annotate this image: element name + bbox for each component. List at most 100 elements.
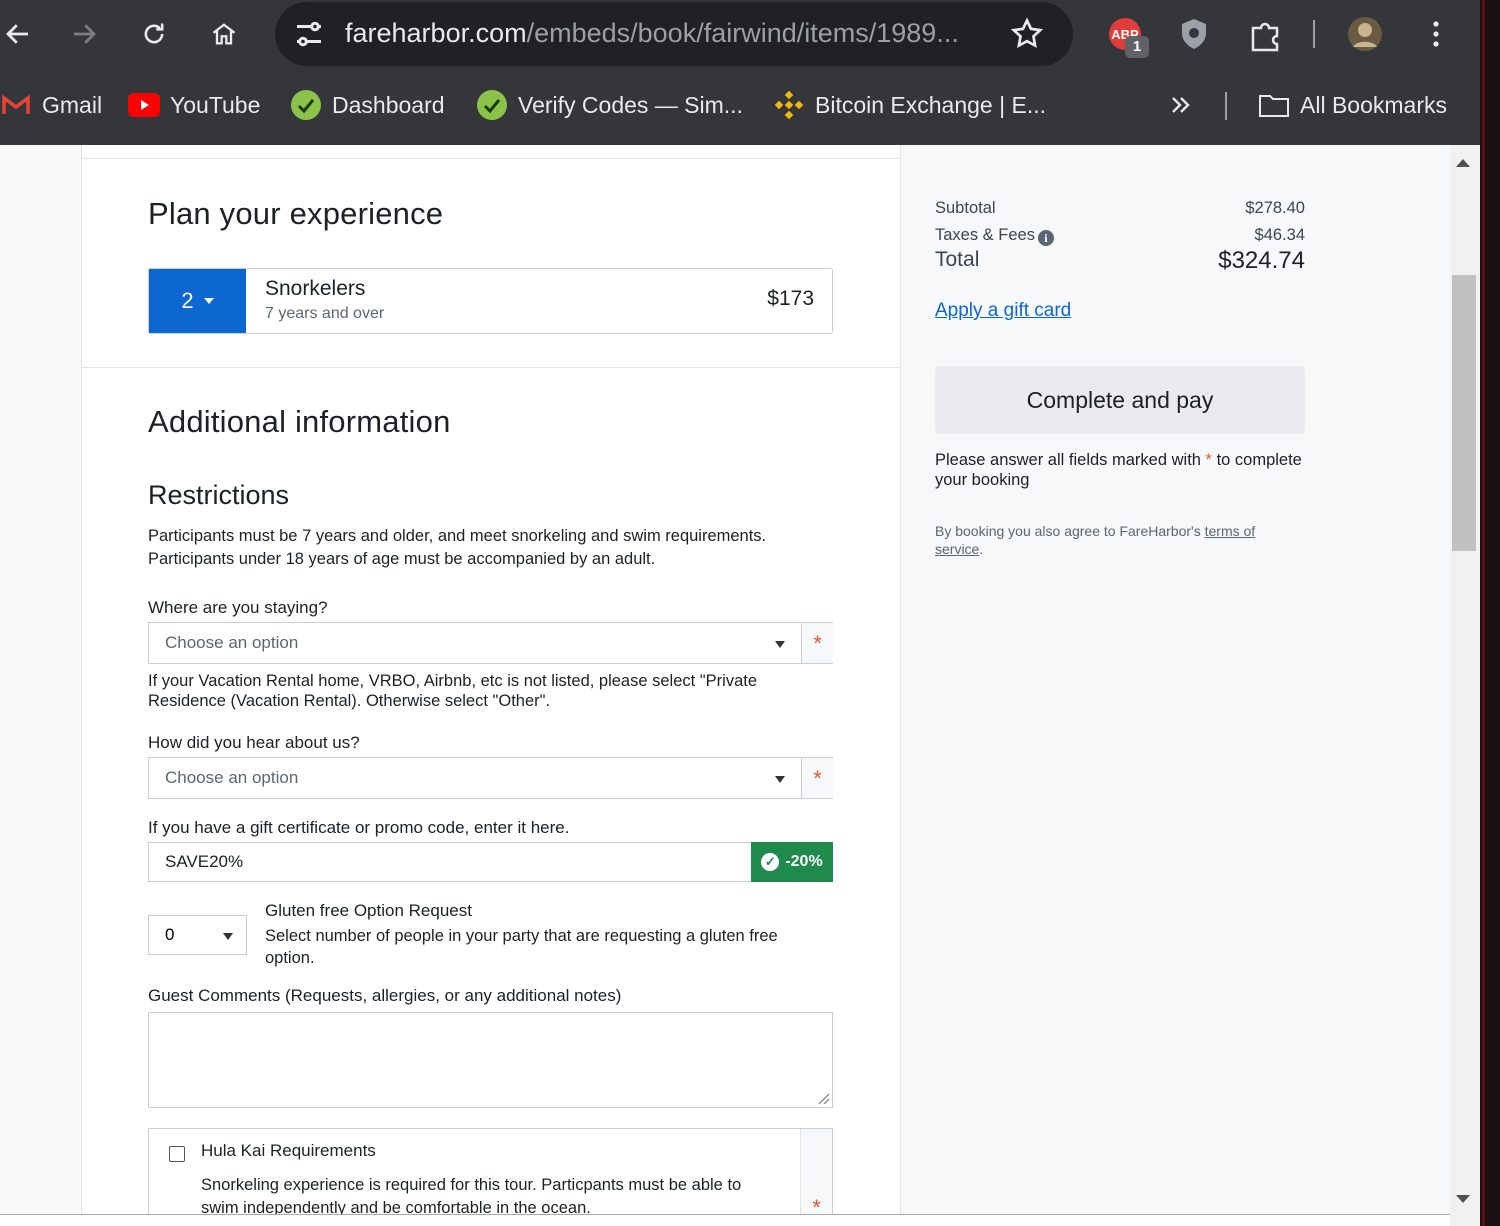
subtotal-label: Subtotal bbox=[935, 199, 996, 217]
all-bookmarks-button[interactable]: All Bookmarks bbox=[1258, 88, 1447, 122]
gmail-icon bbox=[0, 89, 32, 121]
bookmark-star-icon[interactable] bbox=[1009, 16, 1045, 52]
required-asterisk-icon: * bbox=[800, 1129, 832, 1226]
toolbar-separator bbox=[1313, 20, 1315, 48]
restrictions-text-1: Participants must be 7 years and older, … bbox=[148, 527, 767, 545]
restrictions-text-2: Participants under 18 years of age must … bbox=[148, 550, 656, 568]
bookmark-label: YouTube bbox=[170, 91, 261, 118]
total-value: $324.74 bbox=[1218, 247, 1305, 274]
total-row: Total $324.74 bbox=[935, 247, 1305, 274]
hula-kai-checkbox[interactable] bbox=[169, 1146, 185, 1162]
staying-placeholder: Choose an option bbox=[165, 633, 299, 652]
required-asterisk-icon: * bbox=[801, 623, 833, 663]
hear-select[interactable]: Choose an option * bbox=[148, 757, 833, 799]
gluten-free-quantity-select[interactable]: 0 bbox=[148, 915, 247, 955]
taxes-value: $46.34 bbox=[1254, 226, 1305, 244]
gluten-free-title: Gluten free Option Request bbox=[265, 901, 472, 920]
gluten-free-value: 0 bbox=[165, 925, 175, 944]
bookmark-verify-codes[interactable]: Verify Codes — Sim... bbox=[476, 88, 743, 122]
subtotal-value: $278.40 bbox=[1245, 199, 1305, 217]
promo-applied-badge: ✓ -20% bbox=[751, 842, 833, 882]
profile-avatar-icon[interactable] bbox=[1345, 14, 1385, 54]
quantity-value: 2 bbox=[181, 288, 194, 313]
hula-kai-desc-1: Snorkeling experience is required for th… bbox=[201, 1176, 742, 1194]
back-icon[interactable] bbox=[0, 12, 40, 56]
promo-code-input[interactable]: SAVE20% ✓ -20% bbox=[148, 842, 833, 882]
browser-toolbar: fareharbor.com/embeds/book/fairwind/item… bbox=[0, 0, 1480, 68]
chevron-down-icon bbox=[203, 298, 214, 304]
window-edge bbox=[1480, 0, 1500, 1226]
extensions-puzzle-icon[interactable] bbox=[1245, 14, 1285, 54]
staying-help-2: Residence (Vacation Rental). Otherwise s… bbox=[148, 692, 551, 710]
total-label: Total bbox=[935, 248, 980, 271]
customer-type-sub: 7 years and over bbox=[265, 305, 385, 322]
order-summary: Subtotal $278.40 Taxes & Fees i $46.34 To… bbox=[900, 145, 1340, 1226]
note-text-pre: Please answer all fields marked with bbox=[935, 451, 1201, 469]
home-icon[interactable] bbox=[202, 12, 246, 56]
customer-type-price: $173 bbox=[767, 287, 814, 310]
required-fields-note: Please answer all fields marked with * t… bbox=[935, 450, 1305, 490]
bookmark-label: Gmail bbox=[42, 91, 103, 118]
info-icon[interactable]: i bbox=[1037, 230, 1054, 246]
chevron-down-icon bbox=[223, 933, 233, 940]
folder-icon bbox=[1258, 89, 1290, 121]
subtotal-row: Subtotal $278.40 bbox=[935, 199, 1305, 218]
url-text[interactable]: fareharbor.com/embeds/book/fairwind/item… bbox=[345, 18, 959, 49]
scroll-up-arrow-icon[interactable] bbox=[1456, 159, 1470, 167]
hula-kai-title: Hula Kai Requirements bbox=[201, 1141, 376, 1160]
site-settings-icon[interactable] bbox=[291, 16, 327, 52]
reload-icon[interactable] bbox=[132, 12, 176, 56]
gluten-free-desc-1: Select number of people in your party th… bbox=[265, 927, 778, 945]
hula-kai-requirements-box: Hula Kai Requirements Snorkeling experie… bbox=[148, 1128, 833, 1226]
chevron-down-icon bbox=[775, 776, 785, 783]
check-circle-icon: ✓ bbox=[761, 853, 780, 871]
gluten-free-desc-2: option. bbox=[265, 949, 315, 967]
booking-card: Plan your experience 2 Snorkelers 7 year… bbox=[81, 145, 1340, 1226]
scrollbar-thumb[interactable] bbox=[1452, 275, 1476, 551]
shield-extension-icon[interactable] bbox=[1174, 14, 1214, 54]
promo-value: SAVE20% bbox=[165, 852, 244, 871]
bookmark-label: Verify Codes — Sim... bbox=[518, 91, 743, 118]
bookmark-label: Bitcoin Exchange | E... bbox=[815, 91, 1046, 118]
more-bookmarks-chevron-icon[interactable] bbox=[1168, 88, 1194, 122]
bookmark-dashboard[interactable]: Dashboard bbox=[290, 88, 445, 122]
bookmark-bitcoin-exchange[interactable]: Bitcoin Exchange | E... bbox=[773, 88, 1046, 122]
plan-title: Plan your experience bbox=[148, 196, 444, 231]
scroll-down-arrow-icon[interactable] bbox=[1456, 1195, 1470, 1203]
bookmark-label: Dashboard bbox=[332, 91, 445, 118]
taxes-row: Taxes & Fees i $46.34 bbox=[935, 226, 1305, 246]
forward-icon[interactable] bbox=[62, 12, 106, 56]
apply-gift-card-link[interactable]: Apply a gift card bbox=[935, 300, 1071, 322]
hear-placeholder: Choose an option bbox=[165, 768, 299, 787]
extension-badge: 1 bbox=[1125, 36, 1149, 58]
chevron-down-icon bbox=[775, 641, 785, 648]
underlying-window-strip bbox=[0, 1214, 1450, 1226]
terms-text: By booking you also agree to FareHarbor'… bbox=[935, 523, 1201, 539]
required-asterisk-icon: * bbox=[1205, 451, 1212, 469]
menu-kebab-icon[interactable] bbox=[1414, 12, 1458, 56]
resize-grip-icon[interactable] bbox=[816, 1091, 830, 1105]
booking-form: Plan your experience 2 Snorkelers 7 year… bbox=[82, 145, 900, 1226]
page-viewport: Plan your experience 2 Snorkelers 7 year… bbox=[0, 145, 1450, 1226]
section-divider bbox=[82, 367, 900, 368]
promo-discount: -20% bbox=[785, 853, 823, 870]
additional-info-title: Additional information bbox=[148, 404, 451, 439]
taxes-label: Taxes & Fees bbox=[935, 226, 1035, 244]
complete-and-pay-button[interactable]: Complete and pay bbox=[935, 366, 1305, 434]
binance-icon bbox=[773, 89, 805, 121]
bookmark-gmail[interactable]: Gmail bbox=[0, 88, 102, 122]
restrictions-title: Restrictions bbox=[148, 480, 290, 510]
dashboard-icon bbox=[290, 89, 322, 121]
staying-label: Where are you staying? bbox=[148, 598, 328, 617]
staying-select[interactable]: Choose an option * bbox=[148, 622, 833, 664]
address-bar[interactable]: fareharbor.com/embeds/book/fairwind/item… bbox=[275, 2, 1073, 66]
bookmarks-separator bbox=[1225, 92, 1227, 120]
quantity-select[interactable]: 2 bbox=[149, 269, 246, 333]
verify-codes-icon bbox=[476, 89, 508, 121]
guest-comments-textarea[interactable] bbox=[148, 1012, 833, 1108]
youtube-icon bbox=[128, 89, 160, 121]
customer-type-row: 2 Snorkelers 7 years and over $173 bbox=[148, 268, 833, 334]
all-bookmarks-label: All Bookmarks bbox=[1300, 91, 1447, 118]
bookmark-youtube[interactable]: YouTube bbox=[128, 88, 260, 122]
page-scrollbar[interactable] bbox=[1450, 145, 1480, 1226]
